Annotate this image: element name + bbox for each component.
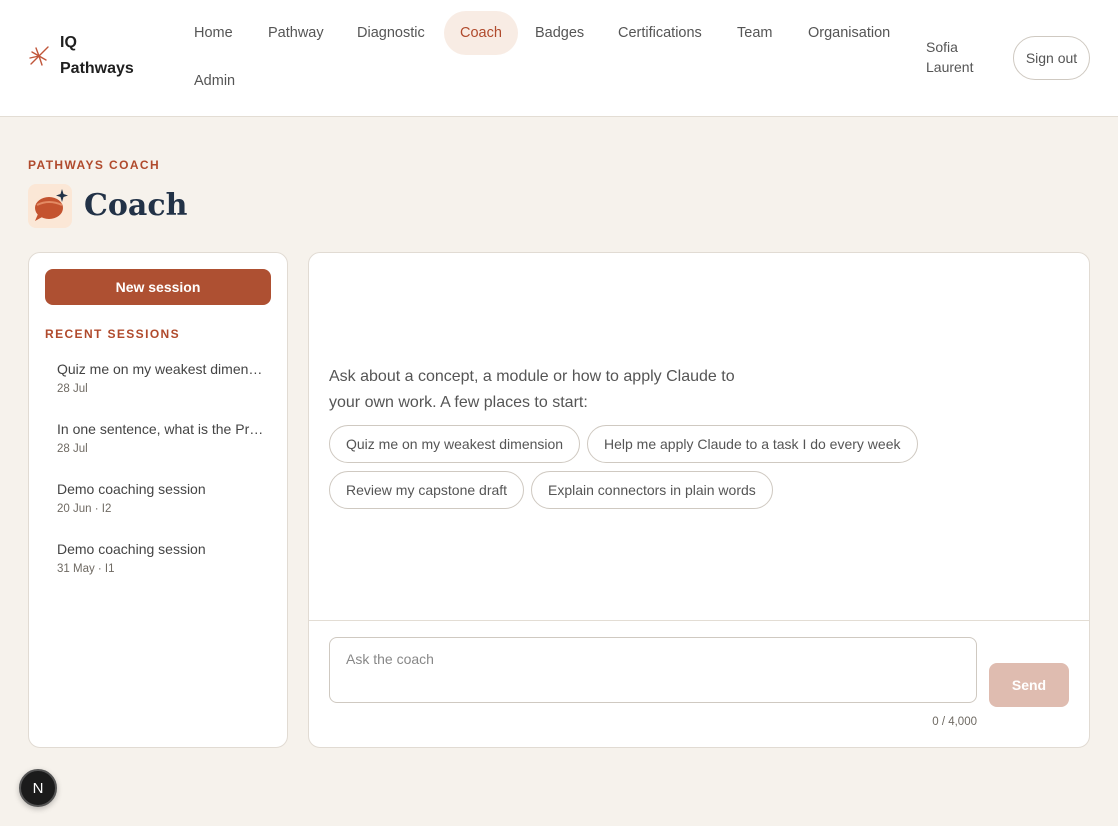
nav-home[interactable]: Home [178,11,249,55]
nav-diagnostic[interactable]: Diagnostic [341,11,441,55]
coach-chat-panel: Ask about a concept, a module or how to … [308,252,1090,748]
sessions-sidebar: New session RECENT SESSIONS Quiz me on m… [28,252,288,748]
page-eyebrow: PATHWAYS COACH [28,158,161,172]
character-counter: 0 / 4,000 [932,716,977,728]
nav-certifications[interactable]: Certifications [602,11,718,55]
sparkle-burst-icon [29,46,49,66]
session-meta: 28 Jul [57,443,88,455]
session-meta: 31 May · I1 [57,563,115,575]
page-title: Coach [84,188,188,223]
suggestion-chip[interactable]: Explain connectors in plain words [531,471,773,509]
session-meta: 20 Jun · I2 [57,503,112,515]
session-item[interactable]: Demo coaching session 20 Jun · I2 [57,480,267,516]
composer-divider [309,620,1089,621]
coach-message-input[interactable] [329,637,977,703]
user-name: Sofia Laurent [926,39,974,75]
nav-pathway[interactable]: Pathway [252,11,340,55]
sign-out-button[interactable]: Sign out [1013,36,1090,80]
dev-tools-button[interactable]: N [19,769,57,807]
send-button[interactable]: Send [989,663,1069,707]
nav-admin[interactable]: Admin [178,59,251,103]
coach-intro-text: Ask about a concept, a module or how to … [329,368,735,411]
nav-coach[interactable]: Coach [444,11,518,55]
brand-name: IQ Pathways [60,34,134,77]
recent-sessions-heading: RECENT SESSIONS [45,327,181,341]
top-header: IQ Pathways Home Pathway Diagnostic Coac… [0,0,1118,117]
brand[interactable]: IQ Pathways [28,30,140,82]
session-item[interactable]: Demo coaching session 31 May · I1 [57,540,267,576]
coach-speech-bubble-icon [28,184,72,228]
nav-team[interactable]: Team [721,11,788,55]
new-session-button[interactable]: New session [45,269,271,305]
nav-badges[interactable]: Badges [519,11,600,55]
nav-organisation[interactable]: Organisation [792,11,906,55]
session-item[interactable]: Quiz me on my weakest dimen… 28 Jul [57,360,267,396]
session-title: Demo coaching session [57,541,206,557]
session-title: In one sentence, what is the Pr… [57,421,264,437]
session-item[interactable]: In one sentence, what is the Pr… 28 Jul [57,420,267,456]
suggestion-chip[interactable]: Quiz me on my weakest dimension [329,425,581,463]
suggestion-chip[interactable]: Review my capstone draft [329,471,525,509]
suggestion-chip[interactable]: Help me apply Claude to a task I do ever… [587,425,918,463]
session-meta: 28 Jul [57,383,88,395]
session-title: Quiz me on my weakest dimen… [57,361,263,377]
session-title: Demo coaching session [57,481,206,497]
